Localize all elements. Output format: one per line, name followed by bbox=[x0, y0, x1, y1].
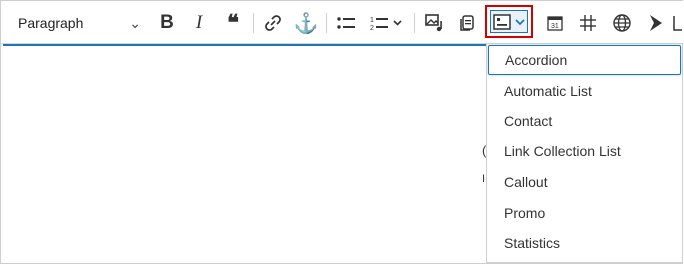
menu-item-accordion[interactable]: Accordion bbox=[488, 45, 681, 75]
menu-item-label: Automatic List bbox=[504, 83, 592, 99]
arrow-button[interactable] bbox=[641, 9, 671, 37]
bulleted-list-icon bbox=[337, 17, 355, 29]
svg-text:1: 1 bbox=[370, 17, 374, 24]
menu-item-label: Accordion bbox=[505, 52, 568, 68]
menu-item-label: Statistics bbox=[504, 235, 561, 251]
chevron-down-icon bbox=[515, 19, 525, 26]
overflow-button[interactable] bbox=[669, 9, 684, 37]
menu-item-statistics[interactable]: Statistics bbox=[487, 228, 682, 258]
content-block-icon bbox=[493, 14, 511, 30]
calendar-icon: 31 bbox=[547, 16, 563, 31]
toolbar-separator bbox=[414, 13, 415, 33]
toolbar-separator bbox=[326, 13, 327, 33]
globe-button[interactable] bbox=[607, 9, 637, 37]
grid-icon bbox=[580, 15, 596, 31]
chevron-arrow-icon bbox=[650, 15, 662, 31]
page-icon bbox=[673, 16, 682, 31]
editor-focus-line bbox=[3, 44, 486, 46]
blockquote-button[interactable]: ❝ bbox=[218, 9, 248, 37]
paragraph-format-select[interactable]: Paragraph ⌄ bbox=[9, 9, 145, 37]
bold-icon: B bbox=[160, 12, 174, 33]
menu-item-label: Promo bbox=[504, 205, 546, 221]
numbered-list-icon: 12 bbox=[370, 17, 402, 32]
globe-icon bbox=[613, 14, 631, 32]
toolbar-separator bbox=[253, 13, 254, 33]
media-button[interactable] bbox=[419, 9, 449, 37]
insert-block-button[interactable] bbox=[485, 5, 533, 38]
bold-button[interactable]: B bbox=[152, 9, 182, 37]
numbered-list-button[interactable]: 12 bbox=[363, 9, 409, 37]
insert-block-dropdown: Accordion Automatic List Contact Link Co… bbox=[486, 43, 683, 263]
link-icon bbox=[265, 15, 281, 31]
bulleted-list-button[interactable] bbox=[331, 9, 361, 37]
blockquote-icon: ❝ bbox=[227, 10, 239, 35]
copy-button[interactable] bbox=[452, 9, 482, 37]
link-button[interactable] bbox=[258, 9, 288, 37]
menu-item-label: Contact bbox=[504, 113, 553, 129]
menu-item-link-collection-list[interactable]: Link Collection List bbox=[487, 136, 682, 166]
grid-button[interactable] bbox=[573, 9, 603, 37]
menu-item-label: Callout bbox=[504, 174, 548, 190]
editor-toolbar: Paragraph ⌄ B I ❝ ⚓ 12 31 bbox=[1, 1, 683, 44]
paragraph-format-value: Paragraph bbox=[18, 15, 84, 31]
calendar-button[interactable]: 31 bbox=[540, 9, 570, 37]
italic-icon: I bbox=[195, 12, 203, 33]
calendar-day: 31 bbox=[551, 23, 559, 30]
italic-button[interactable]: I bbox=[184, 9, 214, 37]
menu-item-contact[interactable]: Contact bbox=[487, 106, 682, 136]
media-icon bbox=[425, 14, 442, 32]
copy-icon bbox=[460, 15, 474, 31]
menu-item-label: Link Collection List bbox=[504, 143, 621, 159]
chevron-down-icon: ⌄ bbox=[129, 15, 141, 31]
menu-item-promo[interactable]: Promo bbox=[487, 198, 682, 228]
menu-item-automatic-list[interactable]: Automatic List bbox=[487, 76, 682, 106]
anchor-icon: ⚓ bbox=[293, 12, 319, 35]
insert-block-button-inner bbox=[490, 10, 528, 33]
anchor-button[interactable]: ⚓ bbox=[291, 9, 321, 37]
menu-item-callout[interactable]: Callout bbox=[487, 167, 682, 197]
editor-fragment: I bbox=[482, 173, 486, 185]
svg-text:2: 2 bbox=[370, 25, 374, 32]
